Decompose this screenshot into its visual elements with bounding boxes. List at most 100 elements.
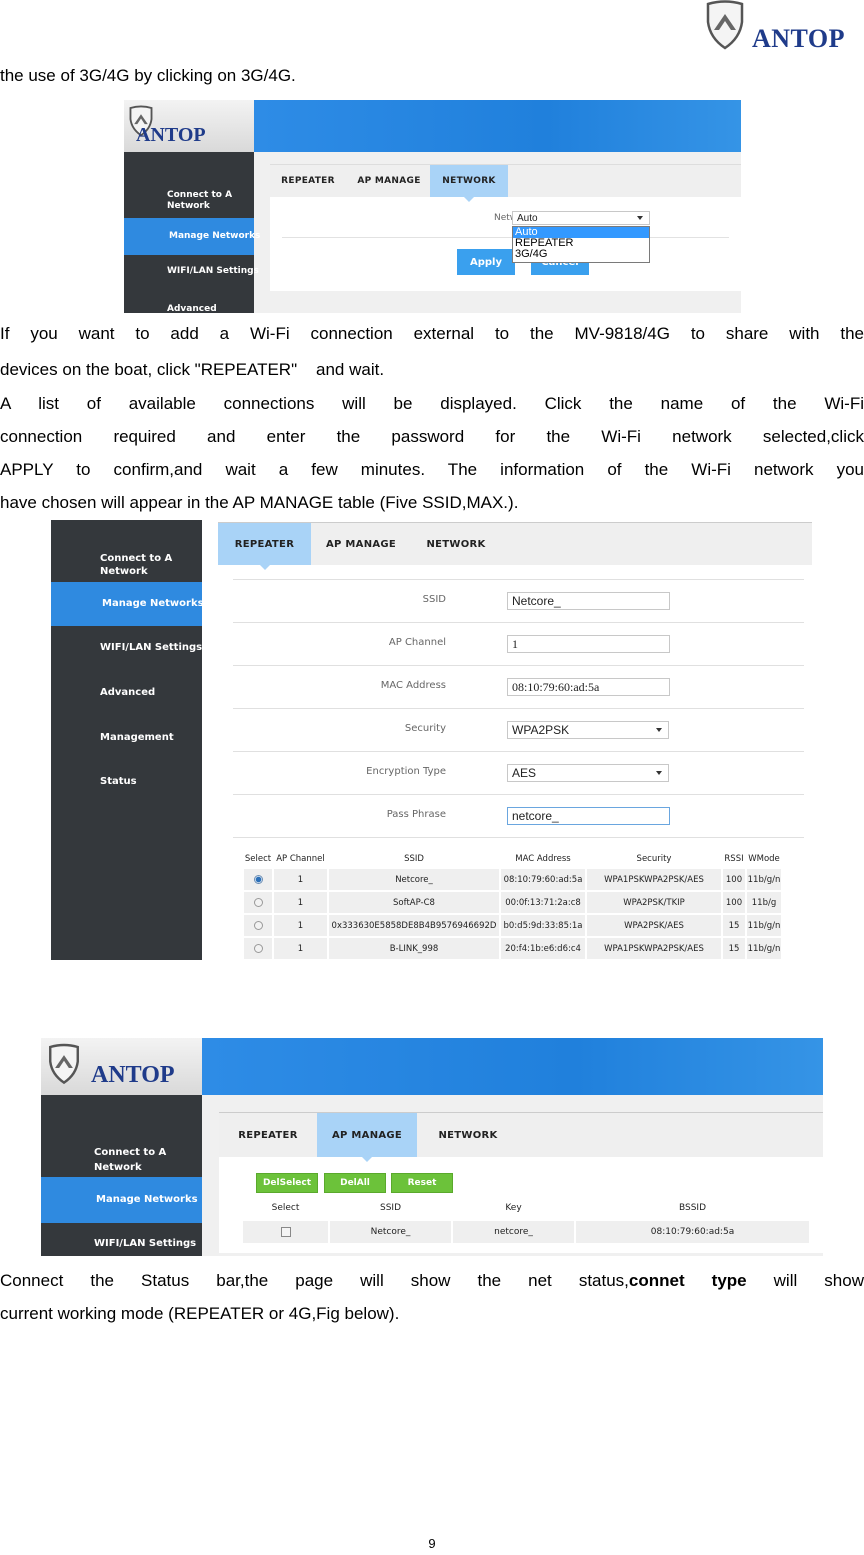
select-cell	[243, 1221, 328, 1243]
tab-network[interactable]: NETWORK	[411, 523, 501, 565]
chevron-down-icon	[656, 771, 662, 775]
network-radio[interactable]	[253, 897, 263, 907]
table-row[interactable]: 1 B-LINK_998 20:f4:1b:e6:d6:c4 WPA1PSKWP…	[244, 938, 781, 959]
rssi-cell: 100	[723, 892, 745, 913]
network-mode-select[interactable]: Auto	[512, 211, 650, 225]
ap-manage-table: Select SSID Key BSSID Netcore_ netcore_ …	[241, 1195, 811, 1245]
paragraph-line: Connect the Status bar,the page will sho…	[0, 1268, 864, 1294]
dropdown-option-3g4g[interactable]: 3G/4G	[513, 249, 649, 260]
ssid-cell[interactable]: 0x333630E5858DE8B4B9576946692D	[329, 915, 499, 936]
column-header: WMode	[747, 850, 781, 867]
key-cell: netcore_	[453, 1221, 574, 1243]
select-cell	[244, 938, 272, 959]
ssid-cell: Netcore_	[330, 1221, 451, 1243]
sidebar-item-management[interactable]: Management	[100, 732, 174, 743]
table-row[interactable]: 1 SoftAP-C8 00:0f:13:71:2a:c8 WPA2PSK/TK…	[244, 892, 781, 913]
tab-ap-manage[interactable]: AP MANAGE	[348, 165, 430, 197]
encryption-type-select[interactable]: AES	[507, 764, 669, 782]
ssid-input[interactable]: Netcore_	[507, 592, 670, 610]
security-cell: WPA1PSKWPA2PSK/AES	[587, 938, 721, 959]
sidebar: Connect to A Network Manage Networks WIF…	[51, 520, 204, 960]
sidebar-item-connect[interactable]: Connect to A Network	[94, 1145, 184, 1175]
column-header: Security	[587, 850, 721, 867]
network-radio[interactable]	[253, 920, 263, 930]
tab-ap-manage[interactable]: AP MANAGE	[311, 523, 411, 565]
table-row[interactable]: 1 Netcore_ 08:10:79:60:ad:5a WPA1PSKWPA2…	[244, 869, 781, 890]
del-all-button[interactable]: DelAll	[324, 1173, 386, 1193]
column-header: RSSI	[723, 850, 745, 867]
reset-button[interactable]: Reset	[391, 1173, 453, 1193]
del-select-button[interactable]: DelSelect	[256, 1173, 318, 1193]
apply-button[interactable]: Apply	[457, 249, 515, 275]
brand-name: ANTOP	[136, 124, 206, 146]
form-row-ssid: SSID Netcore_	[233, 580, 804, 623]
tab-repeater[interactable]: REPEATER	[219, 1113, 317, 1157]
sidebar-item-connect[interactable]: Connect to A Network	[167, 190, 247, 212]
tab-repeater[interactable]: REPEATER	[218, 523, 311, 570]
column-header: SSID	[330, 1197, 451, 1219]
column-header: SSID	[329, 850, 499, 867]
tab-ap-manage[interactable]: AP MANAGE	[317, 1113, 417, 1162]
table-row[interactable]: 1 0x333630E5858DE8B4B9576946692D b0:d5:9…	[244, 915, 781, 936]
available-networks-table: Select AP Channel SSID MAC Address Secur…	[242, 848, 783, 960]
paragraph-line: A list of available connections will be …	[0, 394, 864, 413]
select-cell	[244, 915, 272, 936]
sidebar-item-manage-networks[interactable]: Manage Networks	[124, 218, 260, 255]
table-header-row: Select SSID Key BSSID	[243, 1197, 809, 1219]
sidebar-item-wifi-lan[interactable]: WIFI/LAN Settings	[94, 1238, 196, 1249]
sidebar-item-status[interactable]: Status	[100, 776, 137, 787]
form-row-mac-address: MAC Address 08:10:79:60:ad:5a	[233, 666, 804, 709]
figure-ap-manage: ANTOP Connect to A Network Manage Networ…	[41, 1038, 823, 1256]
paragraph-line: current working mode (REPEATER or 4G,Fig…	[0, 1304, 400, 1323]
sidebar-item-wifi-lan[interactable]: WIFI/LAN Settings	[100, 642, 202, 653]
paragraph-line: APPLY to confirm,and wait a few minutes.…	[0, 460, 864, 479]
rssi-cell: 15	[723, 915, 745, 936]
bssid-cell: 08:10:79:60:ad:5a	[576, 1221, 809, 1243]
shield-logo-icon	[49, 1043, 79, 1085]
security-cell: WPA2PSK/AES	[587, 915, 721, 936]
encryption-type-value: AES	[512, 766, 537, 780]
rssi-cell: 100	[723, 869, 745, 890]
security-select[interactable]: WPA2PSK	[507, 721, 669, 739]
row-checkbox[interactable]	[280, 1226, 291, 1237]
ssid-cell[interactable]: B-LINK_998	[329, 938, 499, 959]
mac-cell: 00:0f:13:71:2a:c8	[501, 892, 585, 913]
mac-address-label: MAC Address	[380, 680, 446, 691]
select-cell	[244, 892, 272, 913]
divider	[282, 237, 729, 238]
network-mode-dropdown[interactable]: Auto REPEATER 3G/4G	[512, 226, 650, 263]
tab-network[interactable]: NETWORK	[430, 165, 508, 202]
tab-network[interactable]: NETWORK	[417, 1113, 519, 1157]
tab-repeater[interactable]: REPEATER	[276, 165, 340, 197]
ssid-cell[interactable]: SoftAP-C8	[329, 892, 499, 913]
security-cell: WPA1PSKWPA2PSK/AES	[587, 869, 721, 890]
brand-area: ANTOP	[41, 1038, 202, 1095]
network-radio[interactable]	[253, 943, 263, 953]
column-header: Key	[453, 1197, 574, 1219]
ap-channel-cell: 1	[274, 892, 327, 913]
column-header: BSSID	[576, 1197, 809, 1219]
wmode-cell: 11b/g/n	[747, 938, 781, 959]
brand-name: ANTOP	[91, 1062, 175, 1088]
sidebar: Connect to A Network Manage Networks WIF…	[124, 152, 260, 313]
ap-channel-input[interactable]: 1	[507, 635, 670, 653]
sidebar-item-manage-networks[interactable]: Manage Networks	[51, 582, 204, 626]
brand-area: ANTOP	[124, 100, 254, 152]
sidebar-item-advanced[interactable]: Advanced	[167, 304, 217, 313]
ap-channel-cell: 1	[274, 869, 327, 890]
sidebar-item-wifi-lan[interactable]: WIFI/LAN Settings	[167, 266, 259, 276]
ssid-cell[interactable]: Netcore_	[329, 869, 499, 890]
chevron-down-icon	[656, 728, 662, 732]
wmode-cell: 11b/g/n	[747, 869, 781, 890]
wmode-cell: 11b/g	[747, 892, 781, 913]
pass-phrase-input[interactable]: netcore_	[507, 807, 670, 825]
table-row[interactable]: Netcore_ netcore_ 08:10:79:60:ad:5a	[243, 1221, 809, 1243]
sidebar-item-advanced[interactable]: Advanced	[100, 687, 155, 698]
paragraph-line: If you want to add a Wi-Fi connection ex…	[0, 324, 864, 343]
sidebar-item-manage-networks[interactable]: Manage Networks	[41, 1177, 202, 1223]
ap-channel-cell: 1	[274, 915, 327, 936]
mac-address-input[interactable]: 08:10:79:60:ad:5a	[507, 678, 670, 696]
sidebar-item-connect[interactable]: Connect to A Network	[100, 552, 190, 578]
network-radio[interactable]	[253, 874, 263, 884]
security-label: Security	[404, 723, 446, 734]
